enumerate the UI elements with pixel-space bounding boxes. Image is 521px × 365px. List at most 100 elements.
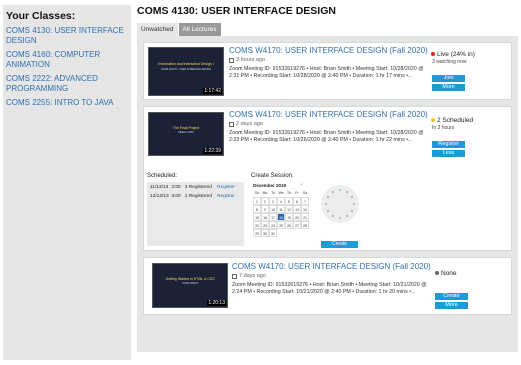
session-date: 12/12/13 bbox=[150, 194, 169, 199]
live-dot-icon bbox=[431, 52, 435, 57]
sidebar-class-2222[interactable]: COMS 2222: ADVANCED PROGRAMMING bbox=[6, 74, 128, 93]
clock-hour-mark[interactable] bbox=[352, 202, 356, 206]
calendar-day[interactable]: 28 bbox=[301, 221, 309, 229]
calendar-day[interactable]: 1 bbox=[253, 197, 261, 205]
calendar-day[interactable]: 29 bbox=[253, 229, 261, 237]
calendar-day[interactable]: 6 bbox=[293, 197, 301, 205]
sidebar-class-2255[interactable]: COMS 2255: INTRO TO JAVA bbox=[6, 98, 128, 108]
none-status: None bbox=[435, 270, 457, 277]
calendar-day[interactable]: 10 bbox=[269, 205, 277, 213]
lecture-title[interactable]: COMS W4170: USER INTERFACE DESIGN (Fall … bbox=[229, 110, 428, 119]
thumbnail-title: Information and Interaction Design I bbox=[158, 62, 214, 67]
calendar-day[interactable]: 4 bbox=[277, 197, 285, 205]
create-session-button[interactable]: Create bbox=[321, 241, 358, 248]
sidebar-heading: Your Classes: bbox=[6, 10, 76, 22]
scheduled-sessions: 11/12/13 3:00 3 Registered Register 12/1… bbox=[147, 182, 244, 246]
sidebar-class-4130[interactable]: COMS 4130: USER INTERFACE DESIGN bbox=[6, 26, 128, 45]
lecture-thumbnail[interactable]: The Final Project Midterm 2003 1:22:39 bbox=[148, 112, 224, 156]
next-session-time: In 3 hours bbox=[432, 125, 455, 131]
calendar-day[interactable]: 22 bbox=[253, 221, 261, 229]
calendar-day[interactable]: 9 bbox=[261, 205, 269, 213]
duration-badge: 1:22:39 bbox=[203, 148, 222, 154]
calendar-day[interactable]: 14 bbox=[301, 205, 309, 213]
lecture-card: Getting Started in HTML & CSS COMS W4170… bbox=[143, 257, 512, 315]
calendar-day[interactable]: 8 bbox=[253, 205, 261, 213]
scheduled-dot-icon bbox=[431, 118, 435, 123]
more-button[interactable]: More bbox=[435, 302, 468, 309]
calendar-day[interactable]: 31 bbox=[269, 229, 277, 237]
calendar-day[interactable]: 13 bbox=[293, 205, 301, 213]
calendar-day[interactable]: 17 bbox=[269, 213, 277, 221]
tab-all-lectures[interactable]: All Lectures bbox=[178, 23, 221, 36]
lecture-card: Information and Interaction Design I COM… bbox=[143, 42, 512, 100]
scheduled-status: 2 Scheduled bbox=[431, 117, 473, 124]
calendar-day[interactable]: 30 bbox=[261, 229, 269, 237]
calendar-day[interactable]: 23 bbox=[261, 221, 269, 229]
clock-hour-mark[interactable] bbox=[338, 216, 342, 220]
clock-hour-mark[interactable] bbox=[331, 214, 335, 218]
more-button[interactable]: More bbox=[432, 84, 465, 91]
tab-unwatched[interactable]: Unwatched bbox=[137, 23, 178, 36]
session-date: 11/12/13 bbox=[150, 185, 169, 190]
page-title: COMS 4130: USER INTERFACE DESIGN bbox=[137, 5, 336, 17]
weekday-label: Tu bbox=[271, 191, 275, 195]
lecture-title[interactable]: COMS W4170: USER INTERFACE DESIGN (Fall … bbox=[229, 46, 428, 55]
register-button[interactable]: Register bbox=[432, 141, 465, 148]
create-button[interactable]: Create bbox=[435, 293, 468, 300]
calendar-day[interactable]: 20 bbox=[293, 213, 301, 221]
calendar-day[interactable]: 25 bbox=[277, 221, 285, 229]
lecture-title[interactable]: COMS W4170: USER INTERFACE DESIGN (Fall … bbox=[232, 262, 431, 271]
clock-hour-mark[interactable] bbox=[326, 209, 330, 213]
calendar-grid: Su Mo Tu We Th Fr Sa 1 2 3 4 5 6 7 8 9 10 11 12 13 14 15 16 17 1… bbox=[253, 189, 309, 237]
clock-hour-mark[interactable] bbox=[324, 202, 328, 206]
age-text: 7 days ago bbox=[239, 273, 266, 279]
time-picker-clock[interactable] bbox=[321, 185, 359, 223]
calendar-day[interactable]: 16 bbox=[261, 213, 269, 221]
calendar-day[interactable]: 7 bbox=[301, 197, 309, 205]
lecture-info: Zoom Meeting ID: 91532619276 • Host: Bri… bbox=[229, 130, 424, 144]
calendar-day[interactable]: 27 bbox=[293, 221, 301, 229]
calendar-day[interactable]: 19 bbox=[285, 213, 293, 221]
calendar-icon bbox=[232, 273, 237, 279]
calendar-day[interactable]: 21 bbox=[301, 213, 309, 221]
calendar-day[interactable]: 18 bbox=[277, 213, 285, 221]
clock-hour-mark[interactable] bbox=[345, 214, 349, 218]
session-row: 11/12/13 3:00 3 Registered Register bbox=[150, 185, 235, 190]
weekday-label: Fr bbox=[295, 191, 299, 195]
info-line-1: Zoom Meeting ID: 91532619276 • Host: Bri… bbox=[229, 130, 424, 136]
calendar-day[interactable]: 11 bbox=[277, 205, 285, 213]
lecture-thumbnail[interactable]: Information and Interaction Design I COM… bbox=[148, 47, 224, 96]
calendar-day[interactable]: 24 bbox=[269, 221, 277, 229]
join-button[interactable]: Join bbox=[432, 75, 465, 82]
clock-hour-mark[interactable] bbox=[331, 190, 335, 194]
lecture-thumbnail[interactable]: Getting Started in HTML & CSS COMS W4170… bbox=[152, 263, 228, 308]
calendar-day[interactable]: 3 bbox=[269, 197, 277, 205]
clock-hour-mark[interactable] bbox=[350, 195, 354, 199]
lecture-tabs: Unwatched All Lectures bbox=[137, 23, 518, 36]
main-content: COMS 4130: USER INTERFACE DESIGN Unwatch… bbox=[137, 5, 518, 352]
session-register-link[interactable]: Register bbox=[217, 194, 235, 199]
session-register-link[interactable]: Register bbox=[217, 185, 235, 190]
calendar-day[interactable]: 12 bbox=[285, 205, 293, 213]
lecture-card-expanded: The Final Project Midterm 2003 1:22:39 C… bbox=[143, 106, 512, 251]
status-text: Live (24% in) bbox=[437, 51, 475, 58]
calendar-day[interactable]: 5 bbox=[285, 197, 293, 205]
calendar-day[interactable]: 15 bbox=[253, 213, 261, 221]
info-line-1: Zoom Meeting ID: 91532619276 • Host: Bri… bbox=[229, 66, 424, 72]
duration-badge: 1:20:13 bbox=[207, 300, 226, 306]
clock-hour-mark[interactable] bbox=[338, 188, 342, 192]
clock-hour-mark[interactable] bbox=[326, 195, 330, 199]
calendar-prev-icon[interactable]: ‹ bbox=[301, 182, 303, 188]
sidebar-class-4160[interactable]: COMS 4160: COMPUTER ANIMATION bbox=[6, 50, 128, 69]
lecture-info: Zoom Meeting ID: 91532619276 • Host: Bri… bbox=[229, 66, 424, 80]
clock-hour-mark[interactable] bbox=[345, 190, 349, 194]
weekday-label: We bbox=[278, 191, 284, 195]
less-button[interactable]: Less bbox=[432, 150, 465, 157]
calendar-month: December 2019 bbox=[253, 183, 287, 188]
calendar-day[interactable]: 26 bbox=[285, 221, 293, 229]
status-dot-icon bbox=[435, 271, 439, 276]
lecture-age: 2 days ago bbox=[229, 121, 263, 127]
create-session-label: Create Session: bbox=[251, 173, 294, 179]
calendar-day[interactable]: 2 bbox=[261, 197, 269, 205]
clock-hour-mark[interactable] bbox=[350, 209, 354, 213]
